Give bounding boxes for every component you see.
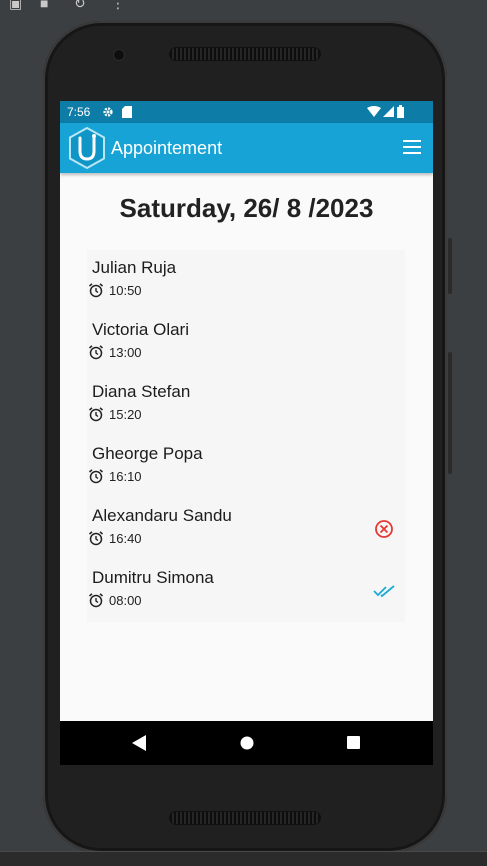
double-check-icon[interactable]	[373, 580, 395, 602]
appointment-time: 16:10	[109, 469, 142, 484]
patient-name: Diana Stefan	[92, 382, 191, 401]
appointment-item[interactable]: Gheorge Popa 16:10	[87, 436, 405, 498]
app-logo-icon	[69, 127, 105, 169]
patient-name: Dumitru Simona	[92, 568, 214, 587]
appointment-item[interactable]: Alexandaru Sandu 16:40	[87, 498, 405, 560]
appointment-time: 15:20	[109, 407, 142, 422]
rotate-icon[interactable]: ↻	[74, 0, 86, 10]
appointment-time: 10:50	[109, 283, 142, 298]
emulator-toolbar: ▣ ■ ↻ ⋮	[0, 0, 487, 14]
patient-name: Victoria Olari	[92, 320, 189, 339]
date-heading: Saturday, 26/ 8 /2023	[119, 193, 374, 223]
patient-name: Julian Ruja	[92, 258, 177, 277]
video-icon[interactable]: ■	[40, 0, 48, 10]
status-time: 7:56	[67, 105, 91, 119]
app-bar: Appointement	[60, 123, 433, 173]
alarm-clock-icon	[89, 283, 103, 298]
device-screen: 7:56 Appointement Saturday, 26/ 8 /2023 …	[60, 101, 433, 765]
camera-icon[interactable]: ▣	[9, 0, 22, 10]
wifi-icon	[367, 106, 381, 117]
appointment-item[interactable]: Dumitru Simona 08:00	[87, 560, 405, 622]
alarm-clock-icon	[89, 407, 103, 422]
bottom-speaker	[170, 812, 320, 824]
alarm-clock-icon	[89, 345, 103, 360]
patient-name: Gheorge Popa	[92, 444, 203, 463]
alarm-clock-icon	[89, 469, 103, 484]
cancel-circle-icon[interactable]	[373, 518, 395, 540]
appointment-time: 08:00	[109, 593, 142, 608]
alarm-clock-icon	[89, 531, 103, 546]
appointment-list: Julian Ruja 10:50 Victoria Olari 13:00 D…	[87, 250, 405, 622]
appointment-item[interactable]: Julian Ruja 10:50	[87, 250, 405, 312]
appointment-time: 16:40	[109, 531, 142, 546]
battery-icon	[397, 105, 404, 118]
sd-card-icon	[122, 106, 132, 118]
hamburger-menu-icon[interactable]	[403, 140, 421, 154]
alarm-clock-icon	[89, 593, 103, 608]
recents-icon[interactable]	[347, 736, 360, 749]
gear-icon	[103, 107, 113, 117]
top-speaker	[170, 48, 320, 60]
app-title: Appointement	[111, 138, 223, 158]
power-button[interactable]	[448, 352, 452, 474]
patient-name: Alexandaru Sandu	[92, 506, 232, 525]
home-icon[interactable]	[240, 735, 254, 751]
status-bar: 7:56	[60, 101, 433, 123]
front-camera	[114, 50, 124, 60]
navigation-bar	[60, 721, 433, 765]
signal-icon	[383, 106, 394, 117]
appointment-item[interactable]: Victoria Olari 13:00	[87, 312, 405, 374]
back-icon[interactable]	[132, 735, 146, 751]
volume-button[interactable]	[448, 238, 452, 294]
more-icon[interactable]: ⋮	[111, 0, 125, 10]
appointment-item[interactable]: Diana Stefan 15:20	[87, 374, 405, 436]
emulator-bottom-bar	[0, 851, 487, 866]
appointment-time: 13:00	[109, 345, 142, 360]
